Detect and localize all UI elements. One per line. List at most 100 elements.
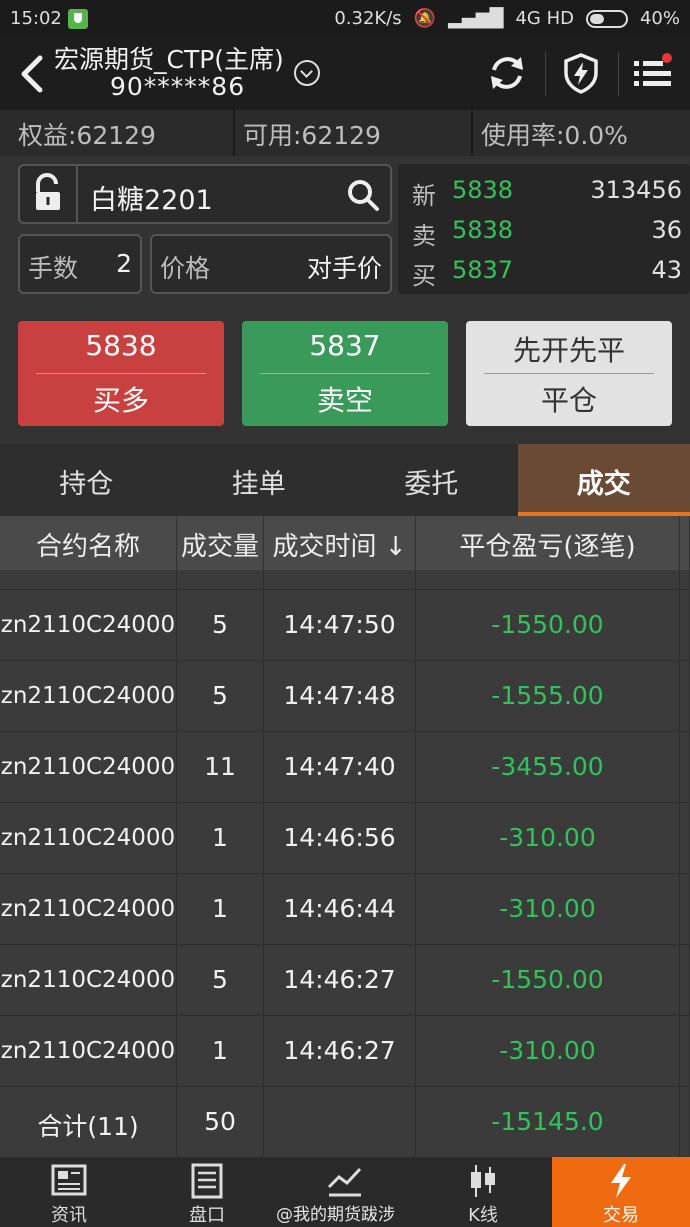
cell-pnl: -3455.00 bbox=[416, 732, 680, 802]
cell-volume: 1 bbox=[177, 803, 264, 873]
last-volume: 313456 bbox=[590, 176, 682, 204]
price-label: 价格 bbox=[160, 254, 211, 283]
quantity-field[interactable]: 手数 2 bbox=[18, 234, 142, 294]
quote-ask-row: 卖 5838 36 bbox=[412, 212, 682, 252]
total-pnl: -15145.0 bbox=[416, 1087, 680, 1157]
last-price: 5838 bbox=[452, 176, 514, 204]
nav-orderbook-label: 盘口 bbox=[189, 1205, 225, 1226]
back-arrow-icon[interactable] bbox=[18, 54, 46, 94]
table-row[interactable]: zn2110C24000 1 14:46:56 -310.00 bbox=[0, 803, 690, 874]
cell-contract: zn2110C24000 bbox=[0, 874, 177, 944]
lightning-icon bbox=[611, 1164, 631, 1198]
cell-contract: zn2110C24000 bbox=[0, 803, 177, 873]
lock-toggle[interactable] bbox=[18, 164, 78, 224]
nav-kline[interactable]: K线 bbox=[414, 1157, 552, 1227]
quote-bid-row: 买 5837 43 bbox=[412, 252, 682, 292]
nav-trade[interactable]: 交易 bbox=[552, 1157, 690, 1227]
account-dropdown-icon[interactable] bbox=[294, 60, 320, 86]
app-header: 宏源期货_CTP(主席) 90*****86 bbox=[0, 38, 690, 110]
quote-panel: 新 5838 313456 卖 5838 36 买 5837 43 bbox=[398, 164, 690, 294]
tab-orders[interactable]: 委托 bbox=[345, 444, 518, 516]
total-label: 合计(11) bbox=[0, 1087, 177, 1157]
news-icon bbox=[51, 1164, 87, 1196]
account-number: 90*****86 bbox=[110, 72, 246, 101]
ask-volume: 36 bbox=[651, 216, 682, 244]
buy-long-button[interactable]: 5838 买多 bbox=[18, 321, 224, 426]
account-summary-bar: 权益:62129 可用:62129 使用率:0.0% bbox=[0, 110, 690, 156]
price-field[interactable]: 价格 对手价 bbox=[150, 234, 392, 294]
total-time bbox=[264, 1087, 416, 1157]
status-time: 15:02 bbox=[10, 8, 62, 29]
tab-positions[interactable]: 持仓 bbox=[0, 444, 173, 516]
broker-title: 宏源期货_CTP(主席) bbox=[54, 45, 284, 74]
orderbook-icon bbox=[191, 1163, 223, 1199]
cell-pnl: -310.00 bbox=[416, 803, 680, 873]
buy-price: 5838 bbox=[85, 329, 157, 362]
close-mode: 先开先平 bbox=[512, 334, 625, 367]
status-bar: 15:02 0.32K/s 🔕 ▂▄▆█ 4G HD 40% bbox=[0, 0, 690, 38]
equity-value: 权益:62129 bbox=[0, 110, 235, 156]
cell-time: 14:46:44 bbox=[264, 874, 416, 944]
cell-contract: zn2110C24000 bbox=[0, 661, 177, 731]
cell-pnl: -1550.00 bbox=[416, 590, 680, 660]
table-row[interactable]: zn2110C24000 11 14:47:40 -3455.00 bbox=[0, 732, 690, 803]
col-contract[interactable]: 合约名称 bbox=[0, 516, 177, 570]
total-extra bbox=[680, 1087, 690, 1157]
cell-extra bbox=[680, 874, 690, 944]
unlock-icon bbox=[36, 173, 60, 210]
table-total-row: 合计(11) 50 -15145.0 bbox=[0, 1087, 690, 1157]
price-value: 对手价 bbox=[306, 254, 382, 283]
trades-table[interactable]: zn2110C24000 5 14:47:50 -1550.00 zn2110C2400… bbox=[0, 570, 690, 1157]
symbol-value: 白糖2201 bbox=[90, 185, 213, 216]
cell-time: 14:47:40 bbox=[264, 732, 416, 802]
mute-icon: 🔕 bbox=[413, 8, 437, 29]
nav-orderbook[interactable]: 盘口 bbox=[138, 1157, 276, 1227]
table-row[interactable]: zn2110C24000 5 14:47:48 -1555.00 bbox=[0, 661, 690, 732]
nav-kline-label: K线 bbox=[468, 1205, 498, 1226]
symbol-input[interactable]: 白糖2201 bbox=[78, 164, 392, 224]
cell-contract: zn2110C24000 bbox=[0, 732, 177, 802]
ask-price: 5838 bbox=[452, 216, 514, 244]
col-pnl[interactable]: 平仓盈亏(逐笔) bbox=[416, 516, 680, 570]
menu-list-icon[interactable] bbox=[632, 52, 674, 94]
network-type: 4G HD bbox=[515, 8, 574, 29]
quote-last-row: 新 5838 313456 bbox=[412, 172, 682, 212]
battery-level: 40% bbox=[639, 8, 680, 29]
cell-extra bbox=[680, 661, 690, 731]
col-volume[interactable]: 成交量 bbox=[177, 516, 264, 570]
chart-line-icon bbox=[327, 1167, 362, 1197]
tab-pending[interactable]: 挂单 bbox=[173, 444, 346, 516]
quantity-value: 2 bbox=[116, 249, 132, 278]
cell-volume: 1 bbox=[177, 874, 264, 944]
network-speed: 0.32K/s bbox=[334, 8, 402, 29]
cell-extra bbox=[680, 1016, 690, 1086]
cell-pnl: -310.00 bbox=[416, 874, 680, 944]
last-label: 新 bbox=[412, 182, 436, 210]
weibo-watermark: @我的期货跋涉 bbox=[276, 1205, 395, 1225]
search-icon[interactable] bbox=[346, 178, 380, 212]
refresh-icon[interactable] bbox=[486, 52, 528, 94]
cell-extra bbox=[680, 803, 690, 873]
total-volume: 50 bbox=[177, 1087, 264, 1157]
shield-lightning-icon[interactable] bbox=[560, 52, 602, 94]
nav-news[interactable]: 资讯 bbox=[0, 1157, 138, 1227]
order-panel: 白糖2201 手数 2 价格 对手价 新 5838 313456 卖 5838 … bbox=[0, 156, 690, 444]
col-time[interactable]: 成交时间 ↓ bbox=[264, 516, 416, 570]
cell-contract: zn2110C24000 bbox=[0, 1016, 177, 1086]
bid-label: 买 bbox=[412, 262, 436, 290]
cell-volume: 5 bbox=[177, 945, 264, 1015]
cell-time: 14:46:56 bbox=[264, 803, 416, 873]
cell-volume: 5 bbox=[177, 590, 264, 660]
table-row[interactable]: zn2110C24000 1 14:46:27 -310.00 bbox=[0, 1016, 690, 1087]
cell-volume: 5 bbox=[177, 661, 264, 731]
candlestick-icon bbox=[471, 1165, 495, 1197]
table-row[interactable]: zn2110C24000 1 14:46:44 -310.00 bbox=[0, 874, 690, 945]
cell-time: 14:47:48 bbox=[264, 661, 416, 731]
table-row[interactable]: zn2110C24000 5 14:47:50 -1550.00 bbox=[0, 590, 690, 661]
table-row[interactable]: zn2110C24000 5 14:46:27 -1550.00 bbox=[0, 945, 690, 1016]
sell-price: 5837 bbox=[309, 329, 381, 362]
cell-extra bbox=[680, 732, 690, 802]
tab-trades[interactable]: 成交 bbox=[517, 444, 690, 516]
sell-short-button[interactable]: 5837 卖空 bbox=[242, 321, 448, 426]
close-position-button[interactable]: 先开先平 平仓 bbox=[466, 321, 672, 426]
